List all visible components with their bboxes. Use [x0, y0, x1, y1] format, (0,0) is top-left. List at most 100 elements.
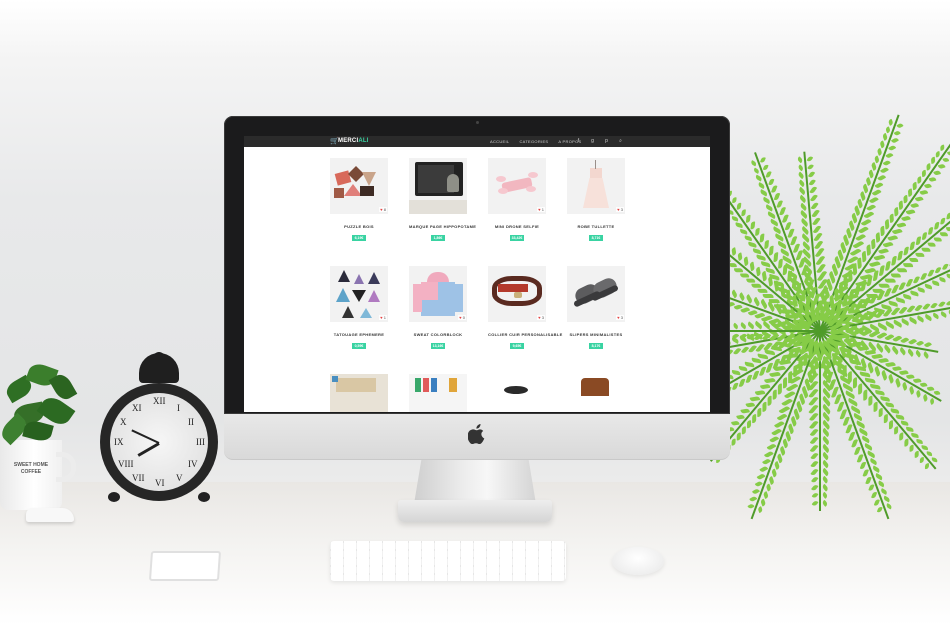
fern-leaflet — [863, 389, 868, 401]
fern-leaflet — [821, 379, 833, 392]
fern-leaflet — [869, 383, 881, 390]
fern-leaflet — [799, 217, 810, 228]
like-counter[interactable]: ♥ 1 — [537, 207, 545, 212]
fern-leaflet — [803, 312, 814, 326]
product-image[interactable] — [409, 374, 467, 412]
fern-leaflet — [920, 272, 928, 281]
fern-leaflet — [837, 329, 851, 340]
fern-leaflet — [767, 328, 780, 338]
product-card[interactable]: MARQUE PAGE HIPPOPOTAME 1,86€ — [409, 158, 476, 241]
fern-leaflet — [837, 358, 842, 372]
fern-leaflet — [791, 284, 804, 295]
product-title[interactable]: MINI DRONE SELFIE — [488, 224, 546, 229]
product-image[interactable] — [488, 374, 546, 412]
fern-leaflet — [868, 323, 881, 333]
fern-frond — [749, 152, 826, 332]
fern-leaflet — [815, 254, 826, 267]
like-counter[interactable]: ♥ 0 — [458, 315, 466, 320]
product-title[interactable]: ROBE TULLETTE — [567, 224, 625, 229]
fern-leaflet — [768, 332, 780, 343]
fern-leaflet — [887, 300, 899, 307]
fern-leaflet — [876, 147, 883, 156]
fern-leaflet — [798, 319, 813, 327]
fern-leaflet — [841, 299, 855, 307]
fern-leaflet — [740, 408, 750, 414]
fern-leaflet — [931, 312, 940, 320]
product-card[interactable]: ♥ 3 COLLIER CUIR PERSONALISABLE 9,65€ — [488, 266, 562, 349]
product-card[interactable] — [330, 374, 388, 412]
product-image[interactable] — [409, 158, 467, 214]
product-image[interactable]: ♥ 3 — [488, 266, 546, 322]
fern-leaflet — [907, 188, 913, 197]
product-card[interactable]: ♥ 1 MINI DRONE SELFIE 33,42€ — [488, 158, 546, 241]
fern-leaflet — [796, 324, 811, 329]
product-card[interactable] — [488, 374, 546, 412]
product-title[interactable]: TATOUAGE EPHEMERE — [330, 332, 388, 337]
fern-leaflet — [806, 370, 815, 384]
fern-leaflet — [814, 247, 825, 259]
fern-leaflet — [866, 294, 878, 299]
fern-leaflet — [773, 461, 781, 471]
product-title[interactable]: MARQUE PAGE HIPPOPOTAME — [409, 224, 476, 229]
fern-leaflet — [926, 386, 935, 392]
fern-leaflet — [791, 276, 797, 289]
product-title[interactable]: SLIPERS MINIMALISTES — [567, 332, 625, 337]
fern-leaflet — [857, 345, 870, 352]
fern-leaflet — [754, 332, 764, 342]
product-image[interactable] — [567, 374, 625, 412]
product-image[interactable]: ♥ 0 — [409, 266, 467, 322]
fern-leaflet — [850, 286, 864, 294]
fern-leaflet — [844, 320, 858, 328]
search-icon[interactable]: ⌕ — [618, 138, 623, 145]
product-image[interactable]: ♥ 8 — [330, 158, 388, 214]
product-image[interactable]: ♥ 1 — [330, 266, 388, 322]
site-logo[interactable]: MERCIALI — [338, 138, 369, 145]
product-image[interactable]: ♥ 1 — [488, 158, 546, 214]
product-image[interactable] — [330, 374, 388, 412]
product-card[interactable] — [567, 374, 625, 412]
fern-leaflet — [775, 320, 788, 329]
fern-leaflet — [935, 150, 940, 158]
product-card[interactable] — [409, 374, 467, 412]
fern-leaflet — [801, 264, 809, 277]
product-card[interactable]: ♥ 0 SWEAT COLORBLOCK 13,16€ — [409, 266, 467, 349]
apple-logo-icon — [467, 424, 486, 445]
fern-leaflet — [814, 239, 824, 251]
product-card[interactable]: ♥ 8 PUZZLE BOIS 6,19€ — [330, 158, 388, 241]
fern-leaflet — [836, 400, 845, 413]
fern-leaflet — [768, 245, 774, 256]
fern-leaflet — [858, 314, 872, 321]
like-counter[interactable]: ♥ 3 — [537, 315, 545, 320]
product-card[interactable]: ♥ 3 SLIPERS MINIMALISTES 8,17€ — [567, 266, 625, 349]
facebook-icon[interactable]: f — [576, 138, 581, 145]
like-counter[interactable]: ♥ 3 — [616, 315, 624, 320]
fern-leaflet — [891, 284, 899, 295]
like-counter[interactable]: ♥ 1 — [379, 315, 387, 320]
fern-leaflet — [858, 225, 869, 235]
product-title[interactable]: COLLIER CUIR PERSONALISABLE — [488, 332, 562, 337]
fern-leaflet — [750, 221, 756, 230]
product-title[interactable]: SWEAT COLORBLOCK — [409, 332, 467, 337]
product-image[interactable]: ♥ 3 — [567, 158, 625, 214]
google-plus-icon[interactable]: g — [590, 138, 595, 145]
clock-bell — [139, 353, 179, 383]
product-card[interactable]: ♥ 1 TATOUAGE EPHEMERE 0,59€ — [330, 266, 388, 349]
fern-leaflet — [908, 316, 918, 325]
fern-leaflet — [838, 375, 852, 385]
product-title[interactable]: PUZZLE BOIS — [330, 224, 388, 229]
like-counter[interactable]: ♥ 3 — [616, 207, 624, 212]
fern-leaflet — [798, 187, 807, 196]
pinterest-icon[interactable]: p — [604, 138, 609, 145]
product-image[interactable]: ♥ 3 — [567, 266, 625, 322]
product-card[interactable]: ♥ 3 ROBE TULLETTE 8,71€ — [567, 158, 625, 241]
fern-leaflet — [909, 290, 920, 297]
fern-leaflet — [847, 302, 857, 315]
fern-leaflet — [774, 303, 784, 315]
like-counter[interactable]: ♥ 8 — [379, 207, 387, 212]
fern-leaflet — [929, 397, 936, 406]
nav-link-categories[interactable]: CATEGORIES — [519, 139, 548, 144]
fern-leaflet — [767, 395, 772, 406]
nav-link-accueil[interactable]: ACCUEIL — [490, 139, 509, 144]
fern-leaflet — [862, 468, 869, 478]
fern-frond — [819, 321, 939, 359]
